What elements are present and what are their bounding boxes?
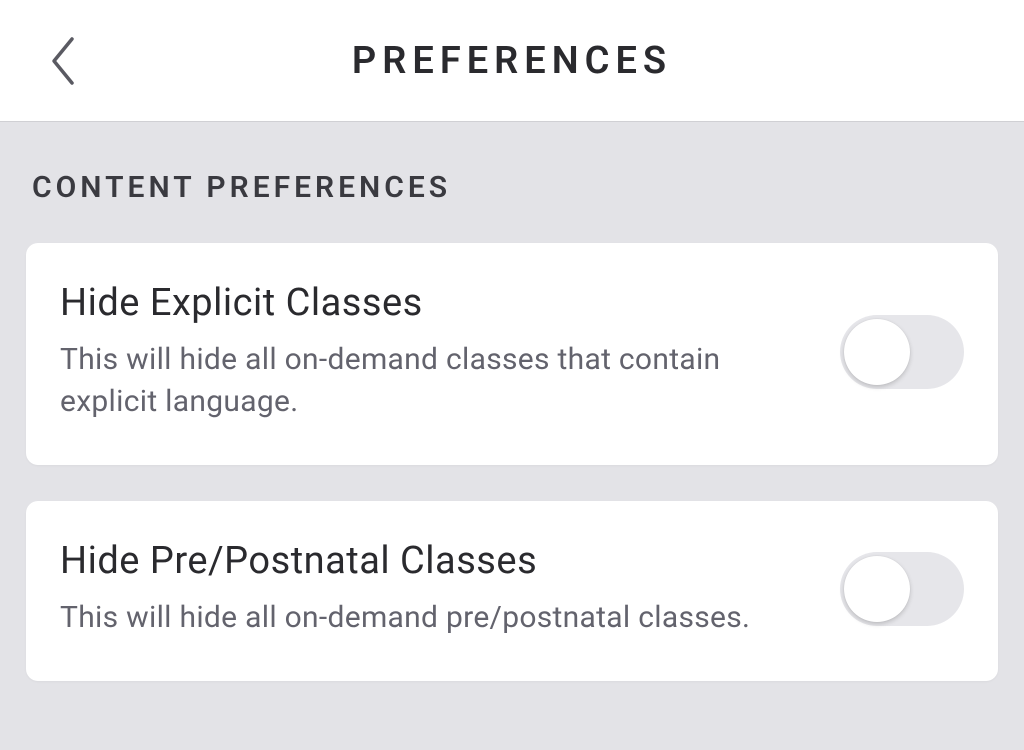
toggle-hide-explicit[interactable] (840, 315, 964, 389)
setting-text: Hide Pre/Postnatal Classes This will hid… (60, 539, 840, 639)
header-bar: PREFERENCES (0, 0, 1024, 122)
setting-description: This will hide all on-demand classes tha… (60, 339, 810, 423)
section-header: CONTENT PREFERENCES (26, 170, 998, 205)
chevron-left-icon (48, 35, 76, 87)
toggle-knob (844, 319, 910, 385)
toggle-knob (844, 556, 910, 622)
setting-text: Hide Explicit Classes This will hide all… (60, 281, 840, 423)
setting-title: Hide Explicit Classes (60, 281, 810, 325)
setting-row-hide-explicit: Hide Explicit Classes This will hide all… (26, 243, 998, 465)
page-title: PREFERENCES (0, 39, 1024, 83)
setting-title: Hide Pre/Postnatal Classes (60, 539, 810, 583)
setting-description: This will hide all on-demand pre/postnat… (60, 597, 810, 639)
back-button[interactable] (42, 31, 82, 91)
content-area: CONTENT PREFERENCES Hide Explicit Classe… (0, 122, 1024, 681)
toggle-hide-prenatal[interactable] (840, 552, 964, 626)
setting-row-hide-prenatal: Hide Pre/Postnatal Classes This will hid… (26, 501, 998, 681)
